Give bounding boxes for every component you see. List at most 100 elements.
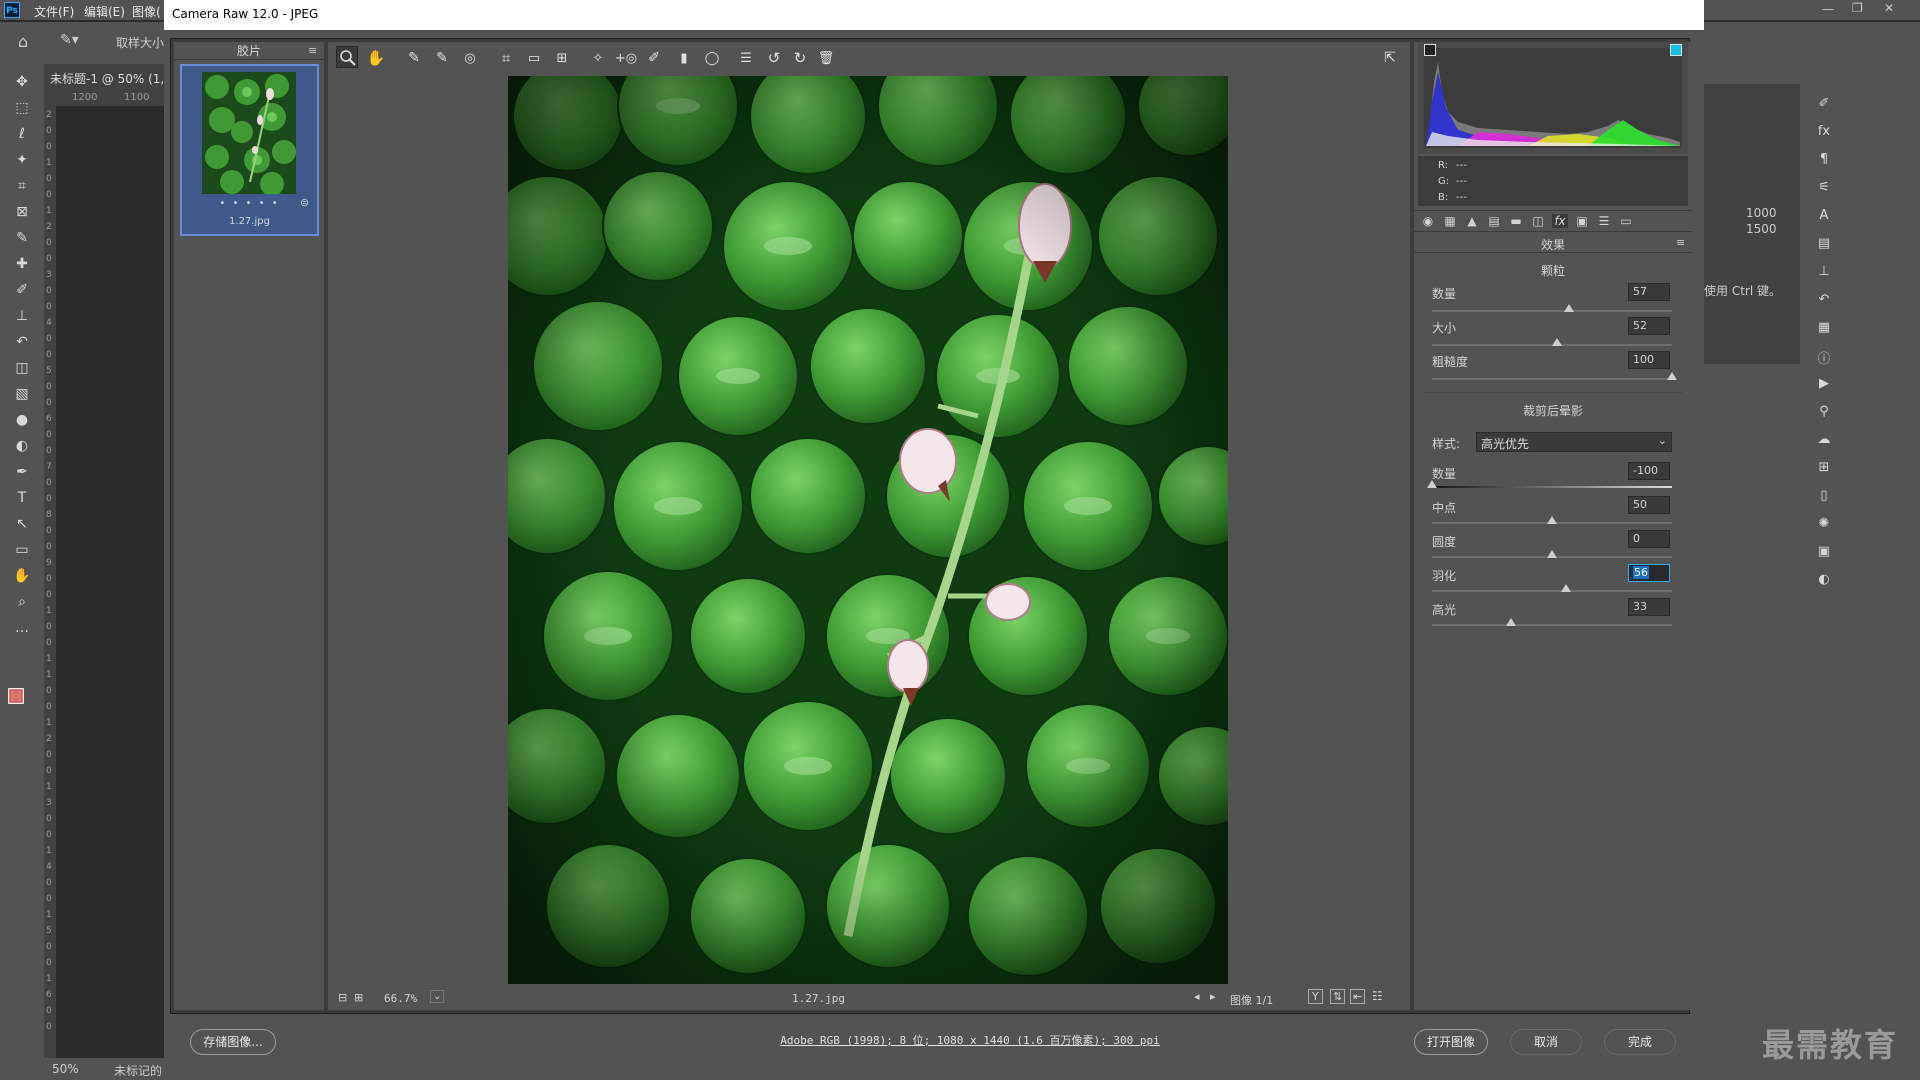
styles-icon[interactable]: ☁ <box>1814 432 1834 447</box>
prev-image-icon[interactable]: ◂ <box>1194 990 1200 1003</box>
workflow-options-link[interactable]: Adobe RGB (1998); 8 位; 1080 x 1440 (1.6 … <box>700 1032 1240 1048</box>
dodge-tool-icon[interactable]: ◐ <box>12 436 32 456</box>
crop-tool-icon[interactable]: ⌗ <box>12 176 32 196</box>
vignette-highlights-track[interactable] <box>1432 624 1672 626</box>
history-brush-icon[interactable]: ↶ <box>12 332 32 352</box>
mask-icon[interactable]: ◐ <box>1814 572 1834 587</box>
zoom-icon[interactable] <box>338 48 358 68</box>
home-icon[interactable]: ⌂ <box>18 32 28 51</box>
blur-tool-icon[interactable]: ● <box>12 410 32 430</box>
crop-icon[interactable]: ⌗ <box>496 48 516 68</box>
spot-removal-icon[interactable]: ✧ <box>588 48 608 68</box>
vignette-style-select[interactable]: 高光优先 ⌄ <box>1476 432 1672 452</box>
vignette-amount-thumb[interactable] <box>1427 480 1437 488</box>
color-sampler-icon[interactable]: ✎ <box>432 48 452 68</box>
vignette-highlights-value[interactable]: 33 <box>1628 598 1670 616</box>
rotate-left-icon[interactable]: ↺ <box>764 48 784 68</box>
settings-icon[interactable]: ✺ <box>1814 516 1834 531</box>
vignette-amount-track[interactable] <box>1432 486 1672 488</box>
menu-edit[interactable]: 编辑(E) <box>84 3 125 20</box>
fullscreen-icon[interactable]: ⇱ <box>1380 48 1400 68</box>
zoom-in-icon[interactable]: ⊞ <box>354 991 363 1004</box>
next-image-icon[interactable]: ▸ <box>1210 990 1216 1003</box>
lens-tab-icon[interactable]: ◫ <box>1530 214 1546 228</box>
play-icon[interactable]: ▶ <box>1814 376 1834 391</box>
stamp-tool-icon[interactable]: ⊥ <box>12 306 32 326</box>
cancel-button[interactable]: 取消 <box>1510 1029 1582 1055</box>
snapshots-tab-icon[interactable]: ▭ <box>1618 214 1634 228</box>
type-tool-icon[interactable]: T <box>12 488 32 508</box>
grain-amount-value[interactable]: 57 <box>1628 283 1670 301</box>
swatches-icon[interactable]: ▦ <box>1814 320 1834 335</box>
grain-roughness-thumb[interactable] <box>1667 372 1677 380</box>
eyedropper-icon[interactable]: ✎ <box>12 228 32 248</box>
calibration-tab-icon[interactable]: ▣ <box>1574 214 1590 228</box>
basic-tab-icon[interactable]: ◉ <box>1420 214 1436 228</box>
vignette-midpoint-thumb[interactable] <box>1547 516 1557 524</box>
character-icon[interactable]: A <box>1814 208 1834 223</box>
grain-roughness-track[interactable] <box>1432 378 1672 380</box>
minimize-icon[interactable]: — <box>1822 2 1834 16</box>
paragraph-icon[interactable]: ¶ <box>1814 152 1834 167</box>
adjust-icon[interactable]: ⚟ <box>1814 180 1834 195</box>
shadow-clipping-icon[interactable] <box>1424 44 1436 56</box>
grain-size-value[interactable]: 52 <box>1628 317 1670 335</box>
restore-icon[interactable]: ❐ <box>1852 1 1863 15</box>
filmstrip-thumbnail[interactable] <box>202 72 296 194</box>
effects-tab-icon[interactable]: fx <box>1552 214 1568 228</box>
more-tools-icon[interactable]: … <box>12 618 32 638</box>
hand-tool-icon[interactable]: ✋ <box>12 566 32 586</box>
info-icon[interactable]: ⓘ <box>1814 348 1834 367</box>
pen-tool-icon[interactable]: ✒ <box>12 462 32 482</box>
brush-preset-icon[interactable]: ⚲ <box>1814 404 1834 419</box>
zoom-out-icon[interactable]: ⊟ <box>338 991 347 1004</box>
vignette-feather-thumb[interactable] <box>1561 584 1572 592</box>
filmstrip-menu-icon[interactable]: ≡ <box>308 44 317 57</box>
foreground-color-swatch[interactable] <box>8 688 24 704</box>
fx-icon[interactable]: fx <box>1814 124 1834 139</box>
save-image-button[interactable]: 存储图像... <box>190 1029 276 1055</box>
done-button[interactable]: 完成 <box>1604 1029 1676 1055</box>
history-icon[interactable]: ↶ <box>1814 292 1834 307</box>
move-tool-icon[interactable]: ✥ <box>12 72 32 92</box>
layer-comp-icon[interactable]: ▣ <box>1814 544 1834 559</box>
brush-settings-icon[interactable]: ✐ <box>1814 96 1834 111</box>
hsl-tab-icon[interactable]: ▤ <box>1486 214 1502 228</box>
grain-amount-track[interactable] <box>1432 310 1672 312</box>
magic-wand-icon[interactable]: ✦ <box>12 150 32 170</box>
zoom-tool-icon[interactable]: ⌕ <box>12 592 32 612</box>
open-image-button[interactable]: 打开图像 <box>1414 1029 1488 1055</box>
panel-menu-icon[interactable]: ≡ <box>1676 236 1685 249</box>
table-icon[interactable]: ⊞ <box>1814 460 1834 475</box>
vignette-highlights-thumb[interactable] <box>1506 618 1517 626</box>
radial-filter-icon[interactable]: ◯ <box>702 48 722 68</box>
vignette-feather-track[interactable] <box>1432 590 1672 592</box>
brush-tool-icon[interactable]: ✐ <box>12 280 32 300</box>
gradient-icon[interactable]: ▧ <box>12 384 32 404</box>
lasso-tool-icon[interactable]: ℓ <box>12 124 32 144</box>
zoom-value[interactable]: 66.7% <box>384 992 417 1005</box>
menu-image[interactable]: 图像( <box>132 3 161 20</box>
rating-stars[interactable]: • • • • • <box>180 198 319 209</box>
zoom-dropdown-icon[interactable]: ⌄ <box>430 990 445 1003</box>
vignette-midpoint-value[interactable]: 50 <box>1628 496 1670 514</box>
vignette-roundness-value[interactable]: 0 <box>1628 530 1670 548</box>
document-tab[interactable]: 未标题-1 @ 50% (1, <box>44 64 164 90</box>
close-icon[interactable]: ✕ <box>1884 1 1894 15</box>
red-eye-icon[interactable]: +◎ <box>615 48 637 68</box>
rectangle-tool-icon[interactable]: ▭ <box>12 540 32 560</box>
white-balance-icon[interactable]: ✎ <box>404 48 424 68</box>
properties-icon[interactable]: ▤ <box>1814 236 1834 251</box>
highlight-clipping-icon[interactable] <box>1670 44 1682 56</box>
grain-amount-thumb[interactable] <box>1563 304 1574 312</box>
targeted-adjust-icon[interactable]: ◎ <box>460 48 480 68</box>
grain-size-thumb[interactable] <box>1551 338 1562 346</box>
copy-settings-icon[interactable]: ⇤ <box>1350 989 1366 1004</box>
ps-logo-icon[interactable]: Ps <box>4 2 20 18</box>
notes-icon[interactable]: ▯ <box>1814 488 1834 503</box>
frame-tool-icon[interactable]: ⊠ <box>12 202 32 222</box>
graduated-filter-icon[interactable]: ▮ <box>674 48 694 68</box>
path-select-icon[interactable]: ↖ <box>12 514 32 534</box>
eraser-icon[interactable]: ◫ <box>12 358 32 378</box>
settings-toggle-icon[interactable]: ☷ <box>1372 989 1383 1003</box>
